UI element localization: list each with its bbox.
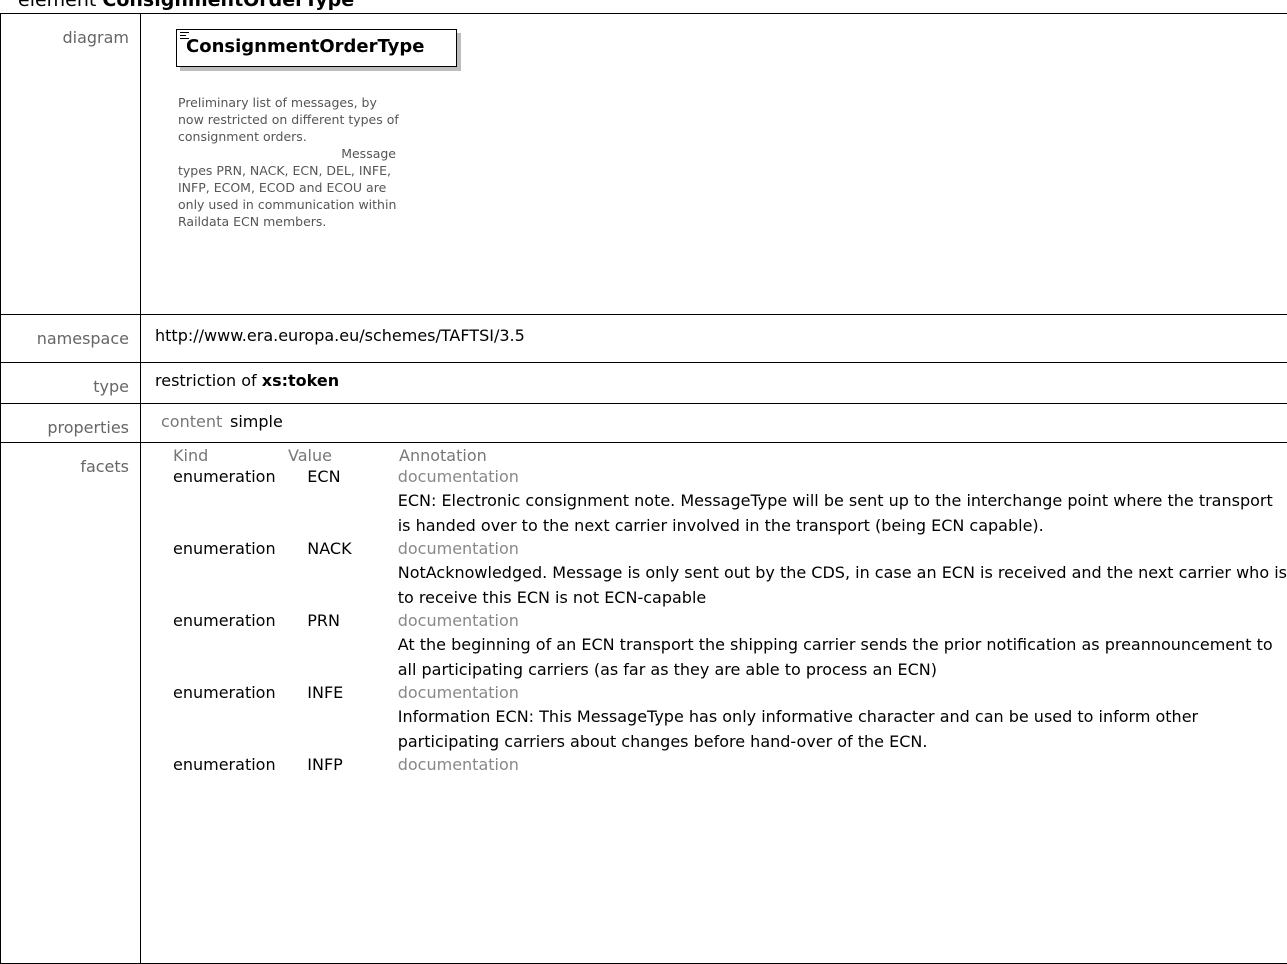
facet-value: INFP xyxy=(307,754,411,776)
facet-value: NACK xyxy=(307,538,411,610)
properties-content: content simple xyxy=(141,404,1287,431)
facet-kind: enumeration xyxy=(173,610,307,682)
facet-annotation: documentationAt the beginning of an ECN … xyxy=(412,610,1287,682)
facet-annotation: documentationECN: Electronic consignment… xyxy=(412,466,1287,538)
page-title-prefix: element xyxy=(18,0,102,11)
facet-row: enumerationNACKdocumentationNotAcknowled… xyxy=(141,538,1287,610)
facet-doc-label: documentation xyxy=(398,610,1287,632)
facet-kind: enumeration xyxy=(173,538,307,610)
facet-doc-label: documentation xyxy=(398,754,1287,776)
facet-annotation: documentationInformation ECN: This Messa… xyxy=(412,682,1287,754)
property-value: simple xyxy=(230,412,283,431)
facet-value: INFE xyxy=(307,682,411,754)
diagram-doc-line1: Preliminary list of messages, by now res… xyxy=(178,94,406,145)
facet-annotation: documentationNotAcknowledged. Message is… xyxy=(412,538,1287,610)
facet-doc-label: documentation xyxy=(398,682,1287,704)
diagram-element-title: ConsignmentOrderType xyxy=(186,36,424,57)
type-value: restriction of xs:token xyxy=(141,363,1287,390)
facet-kind: enumeration xyxy=(173,682,307,754)
facet-row: enumerationINFEdocumentationInformation … xyxy=(141,682,1287,754)
diagram-doc-line2: Message xyxy=(178,145,396,162)
facet-doc-label: documentation xyxy=(398,538,1287,560)
facet-doc-text: Information ECN: This MessageType has on… xyxy=(398,704,1287,754)
namespace-value: http://www.era.europa.eu/schemes/TAFTSI/… xyxy=(141,315,1287,345)
diagram-doc-line3: types PRN, NACK, ECN, DEL, INFE, INFP, E… xyxy=(178,162,406,230)
facets-grid: Kind Value Annotation enumerationECNdocu… xyxy=(141,443,1287,776)
facet-doc-text: ECN: Electronic consignment note. Messag… xyxy=(398,488,1287,538)
facet-row: enumerationPRNdocumentationAt the beginn… xyxy=(141,610,1287,682)
facet-doc-text: At the beginning of an ECN transport the… xyxy=(398,632,1287,682)
facets-header: Kind Value Annotation xyxy=(141,446,1287,466)
label-diagram: diagram xyxy=(1,14,141,315)
facets-header-annotation: Annotation xyxy=(399,446,487,466)
label-facets: facets xyxy=(1,443,141,964)
row-namespace: namespace http://www.era.europa.eu/schem… xyxy=(1,315,1287,363)
type-base-link[interactable]: xs:token xyxy=(262,371,339,390)
label-type: type xyxy=(1,363,141,404)
facets-header-kind: Kind xyxy=(173,446,288,466)
row-properties: properties content simple xyxy=(1,404,1287,443)
facet-doc-label: documentation xyxy=(398,466,1287,488)
label-namespace: namespace xyxy=(1,315,141,363)
row-facets: facets Kind Value Annotation enumeration… xyxy=(1,443,1287,964)
facet-kind: enumeration xyxy=(173,754,307,776)
facets-header-value: Value xyxy=(288,446,399,466)
facet-value: ECN xyxy=(307,466,411,538)
label-properties: properties xyxy=(1,404,141,443)
facet-row: enumerationECNdocumentationECN: Electron… xyxy=(141,466,1287,538)
page-title-name: ConsignmentOrderType xyxy=(102,0,354,11)
facet-doc-text: NotAcknowledged. Message is only sent ou… xyxy=(398,560,1287,610)
facet-kind: enumeration xyxy=(173,466,307,538)
facets-rows: enumerationECNdocumentationECN: Electron… xyxy=(141,466,1287,776)
facet-row: enumerationINFPdocumentation xyxy=(141,754,1287,776)
page-title: element ConsignmentOrderType xyxy=(18,0,354,12)
diagram-element-box[interactable]: ConsignmentOrderType xyxy=(176,29,457,67)
type-prefix: restriction of xyxy=(155,371,262,390)
row-type: type restriction of xs:token xyxy=(1,363,1287,404)
property-key: content xyxy=(161,412,230,431)
facet-annotation: documentation xyxy=(412,754,1287,776)
diagram-documentation: Preliminary list of messages, by now res… xyxy=(178,94,406,230)
facet-value: PRN xyxy=(307,610,411,682)
